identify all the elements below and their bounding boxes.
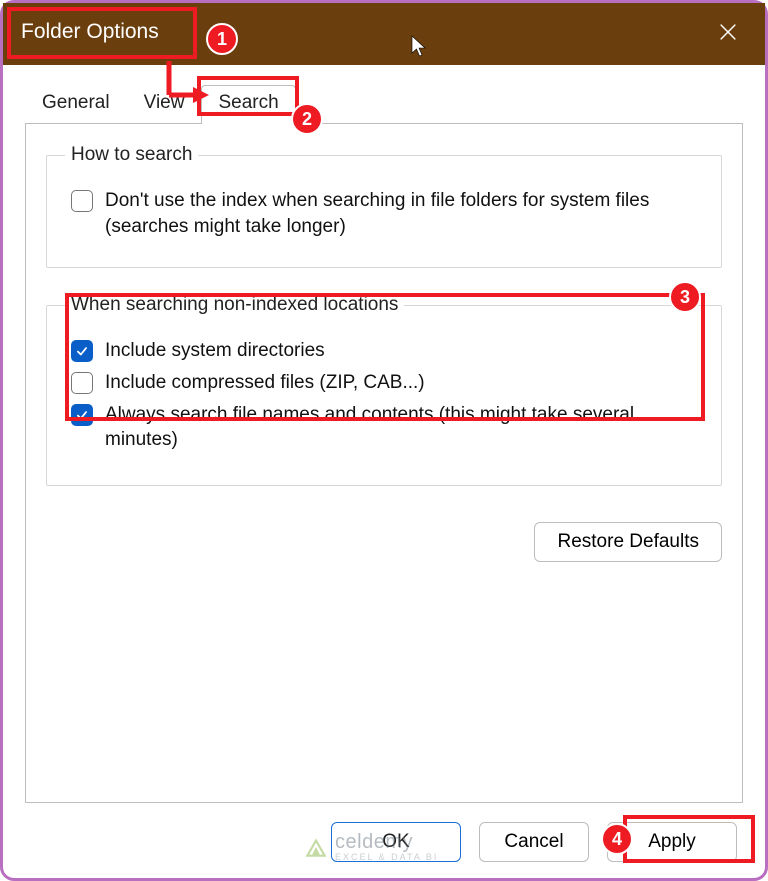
tab-view[interactable]: View xyxy=(127,85,202,124)
close-button[interactable] xyxy=(713,17,743,47)
row-always-search: Always search file names and contents (t… xyxy=(71,402,703,453)
check-icon xyxy=(75,344,89,358)
group-how-to-search: How to search Don't use the index when s… xyxy=(46,144,722,268)
tab-general[interactable]: General xyxy=(25,85,127,124)
label-always-search: Always search file names and contents (t… xyxy=(105,402,703,453)
checkbox-include-compressed[interactable] xyxy=(71,372,93,394)
row-include-compressed: Include compressed files (ZIP, CAB...) xyxy=(71,370,703,396)
label-include-compressed: Include compressed files (ZIP, CAB...) xyxy=(105,370,425,396)
tab-search[interactable]: Search xyxy=(201,85,295,124)
group-non-indexed: When searching non-indexed locations Inc… xyxy=(46,294,722,486)
label-include-system: Include system directories xyxy=(105,338,325,364)
row-dont-use-index: Don't use the index when searching in fi… xyxy=(71,188,703,239)
row-include-system: Include system directories xyxy=(71,338,703,364)
restore-row: Restore Defaults xyxy=(46,512,722,562)
titlebar: Folder Options xyxy=(3,3,765,65)
close-icon xyxy=(717,21,739,43)
group-how-to-search-legend: How to search xyxy=(65,144,198,166)
checkbox-include-system[interactable] xyxy=(71,340,93,362)
window-title: Folder Options xyxy=(21,20,159,44)
label-dont-use-index: Don't use the index when searching in fi… xyxy=(105,188,703,239)
tab-panel-search: How to search Don't use the index when s… xyxy=(25,123,743,803)
restore-defaults-button[interactable]: Restore Defaults xyxy=(534,522,722,562)
check-icon xyxy=(75,408,89,422)
apply-button[interactable]: Apply xyxy=(607,822,737,862)
ok-button[interactable]: OK xyxy=(331,822,461,862)
cancel-button[interactable]: Cancel xyxy=(479,822,589,862)
checkbox-always-search[interactable] xyxy=(71,404,93,426)
tab-strip: General View Search xyxy=(25,85,765,124)
dialog-footer: OK Cancel Apply xyxy=(31,822,737,862)
checkbox-dont-use-index[interactable] xyxy=(71,190,93,212)
group-non-indexed-legend: When searching non-indexed locations xyxy=(65,294,404,316)
mouse-cursor-icon xyxy=(411,35,429,64)
